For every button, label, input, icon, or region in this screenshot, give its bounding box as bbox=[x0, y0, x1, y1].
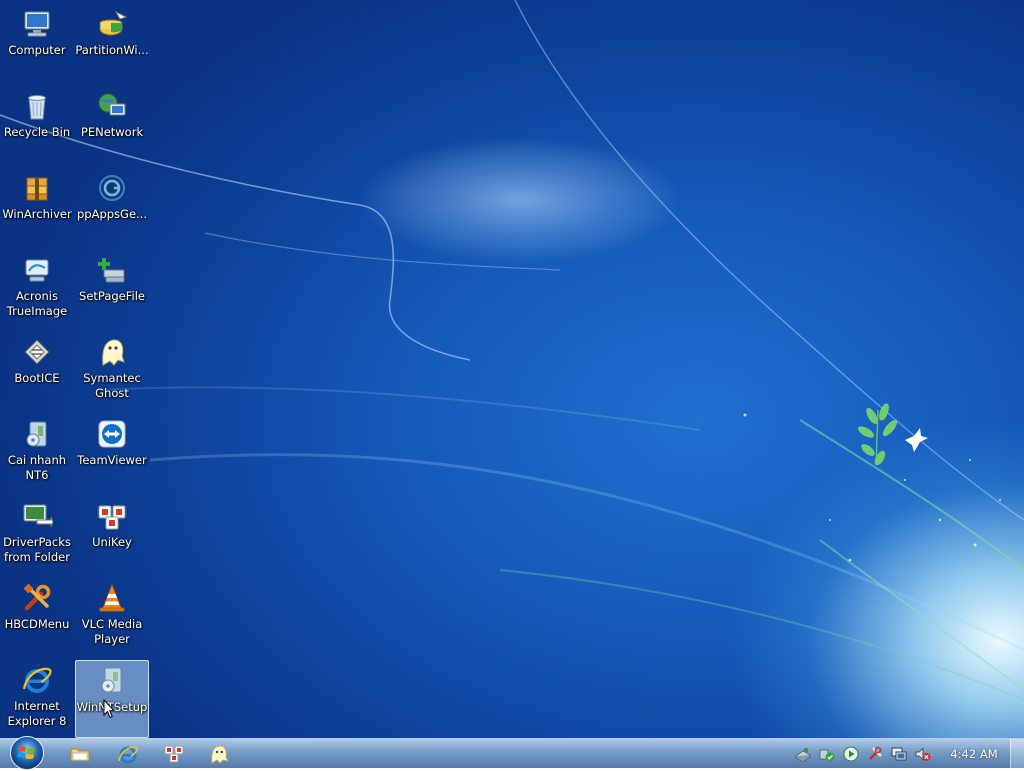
taskbar: 4:42 AM bbox=[0, 735, 1024, 771]
archiver-icon bbox=[26, 177, 48, 201]
volume-muted-icon[interactable] bbox=[915, 746, 931, 762]
internet-explorer-icon[interactable] bbox=[117, 743, 139, 765]
wallpaper-art bbox=[0, 0, 1024, 701]
desktop-icon-winarchiver[interactable]: WinArchiver bbox=[0, 168, 74, 246]
desktop-icon-label: Computer bbox=[8, 43, 66, 57]
ghost-icon[interactable] bbox=[208, 743, 230, 765]
winntsetup-icon bbox=[101, 667, 122, 693]
internet-explorer-icon bbox=[22, 667, 52, 693]
hbcdmenu-icon bbox=[23, 583, 51, 611]
usb-drive-icon[interactable] bbox=[795, 746, 811, 762]
cai-nhanh-icon bbox=[26, 421, 47, 447]
desktop-icon-teamviewer[interactable]: TeamViewer bbox=[75, 414, 149, 492]
desktop-icon-label: UniKey bbox=[92, 535, 132, 549]
desktop-icon-label: Acronis TrueImage bbox=[6, 289, 68, 318]
desktop-icon-label: ppAppsGe... bbox=[76, 207, 147, 221]
desktop-icon-vlc[interactable]: VLC Media Player bbox=[75, 578, 149, 656]
unikey-icon bbox=[98, 505, 126, 530]
desktop-icon-symantec-ghost[interactable]: Symantec Ghost bbox=[75, 332, 149, 410]
media-play-icon[interactable] bbox=[843, 746, 859, 762]
desktop-icon-internet-explorer[interactable]: Internet Explorer 8 bbox=[0, 660, 74, 738]
setpagefile-icon bbox=[98, 258, 125, 283]
bootice-icon bbox=[24, 339, 50, 365]
driverpacks-icon bbox=[23, 504, 53, 528]
desktop-icon-hbcdmenu[interactable]: HBCDMenu bbox=[0, 578, 74, 656]
desktop-icon-label: HBCDMenu bbox=[4, 617, 70, 631]
desktop-icon-setpagefile[interactable]: SetPageFile bbox=[75, 250, 149, 328]
computer-icon bbox=[24, 11, 50, 37]
desktop-icon-label: Recycle Bin bbox=[3, 125, 71, 139]
desktop[interactable]: Computer Recycle Bin WinArchiver Acronis… bbox=[0, 0, 1024, 738]
acronis-icon bbox=[25, 259, 49, 282]
desktop-icon-label: SetPageFile bbox=[79, 289, 145, 303]
network-tool-icon[interactable] bbox=[867, 746, 883, 762]
recycle-bin-icon bbox=[28, 95, 46, 120]
folder-icon[interactable] bbox=[69, 743, 91, 765]
network-monitor-icon[interactable] bbox=[891, 746, 907, 762]
desktop-icon-unikey[interactable]: UniKey bbox=[75, 496, 149, 574]
desktop-icon-label: DriverPacks from Folder bbox=[3, 535, 71, 564]
desktop-icon-cai-nhanh[interactable]: Cai nhanh NT6 bbox=[0, 414, 74, 492]
desktop-icon-label: Symantec Ghost bbox=[83, 371, 141, 400]
teamviewer-icon bbox=[98, 420, 126, 448]
desktop-icon-computer[interactable]: Computer bbox=[0, 4, 74, 82]
ppapps-icon bbox=[99, 175, 125, 201]
desktop-icon-label: BootICE bbox=[14, 371, 60, 385]
desktop-icon-penetwork[interactable]: PENetwork bbox=[75, 86, 149, 164]
show-desktop-button[interactable] bbox=[1010, 739, 1024, 768]
desktop-icon-bootice[interactable]: BootICE bbox=[0, 332, 74, 410]
network-icon bbox=[98, 93, 126, 116]
desktop-icon-label: WinArchiver bbox=[2, 207, 72, 221]
ghost-icon bbox=[102, 339, 125, 366]
partition-wizard-icon bbox=[99, 10, 128, 36]
desktop-icon-label: Cai nhanh NT6 bbox=[7, 453, 67, 482]
desktop-icon-recycle-bin[interactable]: Recycle Bin bbox=[0, 86, 74, 164]
desktop-icon-label: TeamViewer bbox=[77, 453, 147, 467]
desktop-icon-label: VLC Media Player bbox=[81, 617, 143, 646]
desktop-icon-label: PENetwork bbox=[80, 125, 144, 139]
desktop-icon-acronis[interactable]: Acronis TrueImage bbox=[0, 250, 74, 328]
desktop-icon-label: Internet Explorer 8 bbox=[7, 699, 67, 728]
desktop-icon-label: PartitionWi... bbox=[75, 43, 149, 57]
desktop-icon-ppappsge[interactable]: ppAppsGe... bbox=[75, 168, 149, 246]
taskbar-clock[interactable]: 4:42 AM bbox=[946, 747, 1002, 761]
unikey-icon[interactable] bbox=[163, 743, 185, 765]
windows-orb-icon[interactable] bbox=[8, 735, 46, 771]
desktop-icon-partitionwizard[interactable]: PartitionWi... bbox=[75, 4, 149, 82]
vlc-icon bbox=[99, 583, 125, 612]
desktop-icon-driverpacks[interactable]: DriverPacks from Folder bbox=[0, 496, 74, 574]
security-shield-icon[interactable] bbox=[819, 746, 835, 762]
mouse-cursor-icon bbox=[103, 699, 115, 719]
